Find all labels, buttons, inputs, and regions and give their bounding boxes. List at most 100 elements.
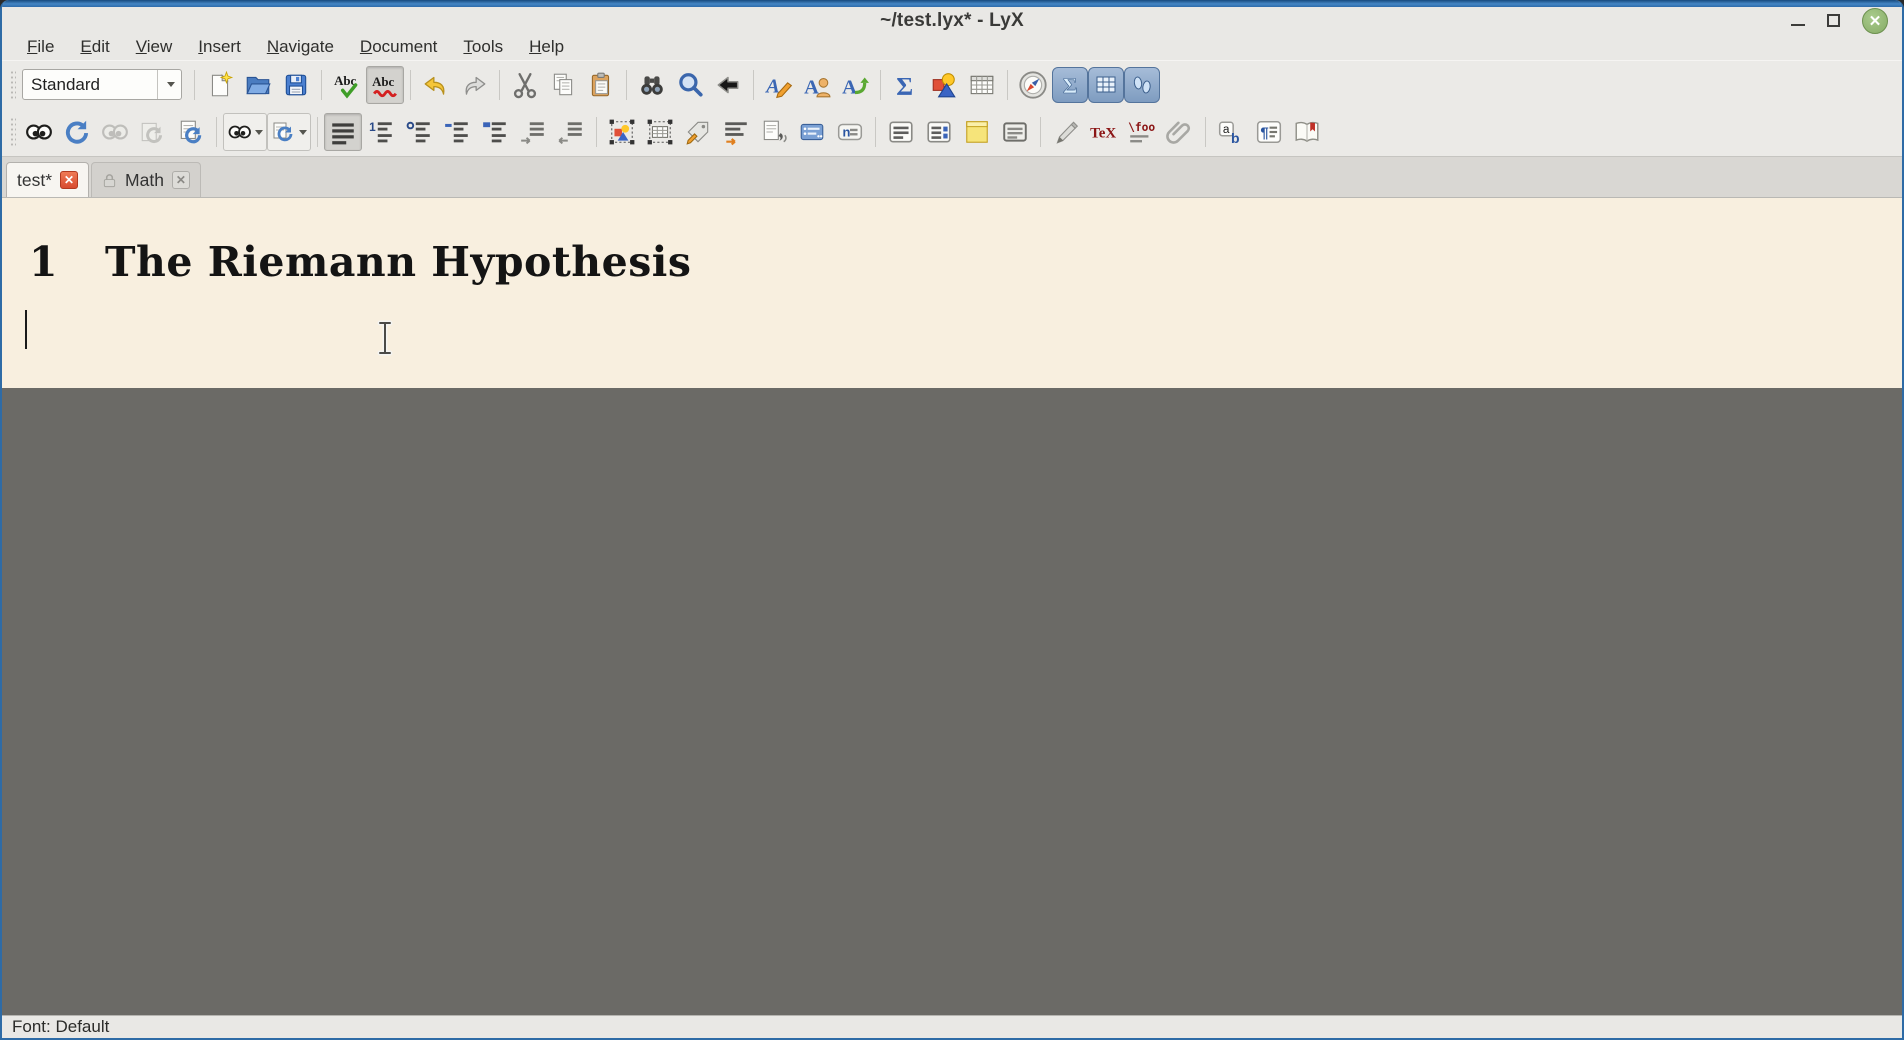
noun-style-icon: A: [803, 71, 831, 99]
cut-button[interactable]: [506, 66, 544, 104]
hyperlink-pen-icon: [1052, 118, 1080, 146]
svg-text:\foo: \foo: [1128, 121, 1155, 134]
check-spelling-button[interactable]: Abc: [328, 66, 366, 104]
open-folder-icon: [244, 71, 272, 99]
save-document-button[interactable]: [277, 66, 315, 104]
menu-edit[interactable]: Edit: [69, 35, 120, 59]
toolbar-grip[interactable]: [10, 117, 16, 147]
paragraph-style-list-button[interactable]: [438, 113, 476, 151]
toolbar-grip[interactable]: [10, 70, 16, 100]
view-master-document-button[interactable]: [96, 113, 134, 151]
svg-text:1: 1: [369, 120, 376, 134]
insert-index-entry-button[interactable]: [793, 113, 831, 151]
navigate-back-button[interactable]: [709, 66, 747, 104]
document-page[interactable]: 1 The Riemann Hypothesis: [2, 198, 1902, 388]
svg-text:n: n: [842, 124, 850, 139]
insert-label-button[interactable]: [679, 113, 717, 151]
combo-dropdown-button[interactable]: [157, 70, 181, 99]
decrease-list-depth-button[interactable]: [552, 113, 590, 151]
view-document-button[interactable]: [20, 113, 58, 151]
redo-button[interactable]: [455, 66, 493, 104]
toggle-table-toolbar-button[interactable]: [1088, 67, 1124, 103]
status-font-indicator: Font: Default: [12, 1017, 109, 1037]
text-style-dialog-button[interactable]: a b: [1212, 113, 1250, 151]
insert-cross-reference-button[interactable]: [717, 113, 755, 151]
paragraph-style-standard-button[interactable]: [324, 113, 362, 151]
menu-tools[interactable]: Tools: [452, 35, 514, 59]
paste-button[interactable]: [582, 66, 620, 104]
view-source-button[interactable]: [172, 113, 210, 151]
toolbar-separator: [410, 70, 411, 100]
table-grid-icon: [968, 71, 996, 99]
svg-text:a: a: [1223, 122, 1230, 136]
lock-icon: [102, 173, 117, 188]
insert-hyperlink-button[interactable]: [1047, 113, 1085, 151]
toggle-review-toolbar-button[interactable]: [1124, 67, 1160, 103]
find-replace-button[interactable]: [633, 66, 671, 104]
toolbar-separator: [317, 117, 318, 147]
find-advanced-button[interactable]: [671, 66, 709, 104]
update-view-button[interactable]: [58, 113, 96, 151]
check-spelling-continuously-button[interactable]: Abc: [366, 66, 404, 104]
insert-table-button[interactable]: [963, 66, 1001, 104]
insert-marginal-note-button[interactable]: [920, 113, 958, 151]
maximize-button[interactable]: [1827, 14, 1840, 27]
table-panel-icon: [1093, 72, 1119, 98]
copy-button[interactable]: [544, 66, 582, 104]
paragraph-lines-icon: [329, 118, 357, 146]
update-master-arrow-icon: [139, 118, 167, 146]
insert-note-button[interactable]: [958, 113, 996, 151]
toggle-noun-button[interactable]: A: [798, 66, 836, 104]
insert-box-button[interactable]: [996, 113, 1034, 151]
menu-help[interactable]: Help: [518, 35, 575, 59]
include-file-button[interactable]: [1161, 113, 1199, 151]
insert-float-button[interactable]: [882, 113, 920, 151]
menu-document[interactable]: Document: [349, 35, 448, 59]
view-other-formats-button[interactable]: [223, 113, 267, 151]
paragraph-style-itemize-button[interactable]: [400, 113, 438, 151]
toggle-math-toolbar-button[interactable]: Σ: [1052, 67, 1088, 103]
toolbar-separator: [880, 70, 881, 100]
update-master-document-button[interactable]: [134, 113, 172, 151]
tab-close-icon[interactable]: ✕: [60, 171, 78, 189]
menu-navigate[interactable]: Navigate: [256, 35, 345, 59]
menu-insert[interactable]: Insert: [187, 35, 252, 59]
insert-figure-float-button[interactable]: [603, 113, 641, 151]
tab-close-icon[interactable]: ✕: [172, 171, 190, 189]
thesaurus-button[interactable]: [1288, 113, 1326, 151]
svg-text:b: b: [1231, 130, 1240, 146]
insert-nomenclature-button[interactable]: n: [831, 113, 869, 151]
insert-math-macro-button[interactable]: \foo: [1123, 113, 1161, 151]
redo-icon: [460, 71, 488, 99]
layout-combo[interactable]: Standard: [22, 69, 182, 100]
cut-scissors-icon: [511, 71, 539, 99]
document-canvas[interactable]: 1 The Riemann Hypothesis: [2, 197, 1902, 1015]
paragraph-settings-button[interactable]: ¶: [1250, 113, 1288, 151]
menu-view[interactable]: View: [125, 35, 184, 59]
navigate-outline-button[interactable]: [1014, 66, 1052, 104]
close-button[interactable]: ✕: [1862, 8, 1888, 34]
apply-last-text-style-button[interactable]: A: [836, 66, 874, 104]
insert-graphics-button[interactable]: [925, 66, 963, 104]
paragraph-style-description-button[interactable]: [476, 113, 514, 151]
insert-math-button[interactable]: Σ: [887, 66, 925, 104]
paragraph-style-enumerate-button[interactable]: 1: [362, 113, 400, 151]
svg-text:Abc: Abc: [372, 74, 394, 89]
open-document-button[interactable]: [239, 66, 277, 104]
insert-table-float-button[interactable]: [641, 113, 679, 151]
new-document-button[interactable]: [201, 66, 239, 104]
insert-figure-icon: [608, 118, 636, 146]
tab-test[interactable]: test* ✕: [6, 162, 89, 197]
insert-tex-code-button[interactable]: TeX: [1085, 113, 1123, 151]
increase-list-depth-button[interactable]: [514, 113, 552, 151]
view-eyes-icon: [25, 118, 53, 146]
menu-file[interactable]: File: [16, 35, 65, 59]
update-other-formats-button[interactable]: [267, 113, 311, 151]
undo-button[interactable]: [417, 66, 455, 104]
toolbar-separator: [1007, 70, 1008, 100]
title-bar[interactable]: ~/test.lyx* - LyX ✕: [2, 7, 1902, 34]
insert-citation-button[interactable]: [755, 113, 793, 151]
tab-math[interactable]: Math ✕: [91, 162, 201, 197]
toggle-emphasis-button[interactable]: A: [760, 66, 798, 104]
minimize-button[interactable]: [1791, 24, 1805, 27]
